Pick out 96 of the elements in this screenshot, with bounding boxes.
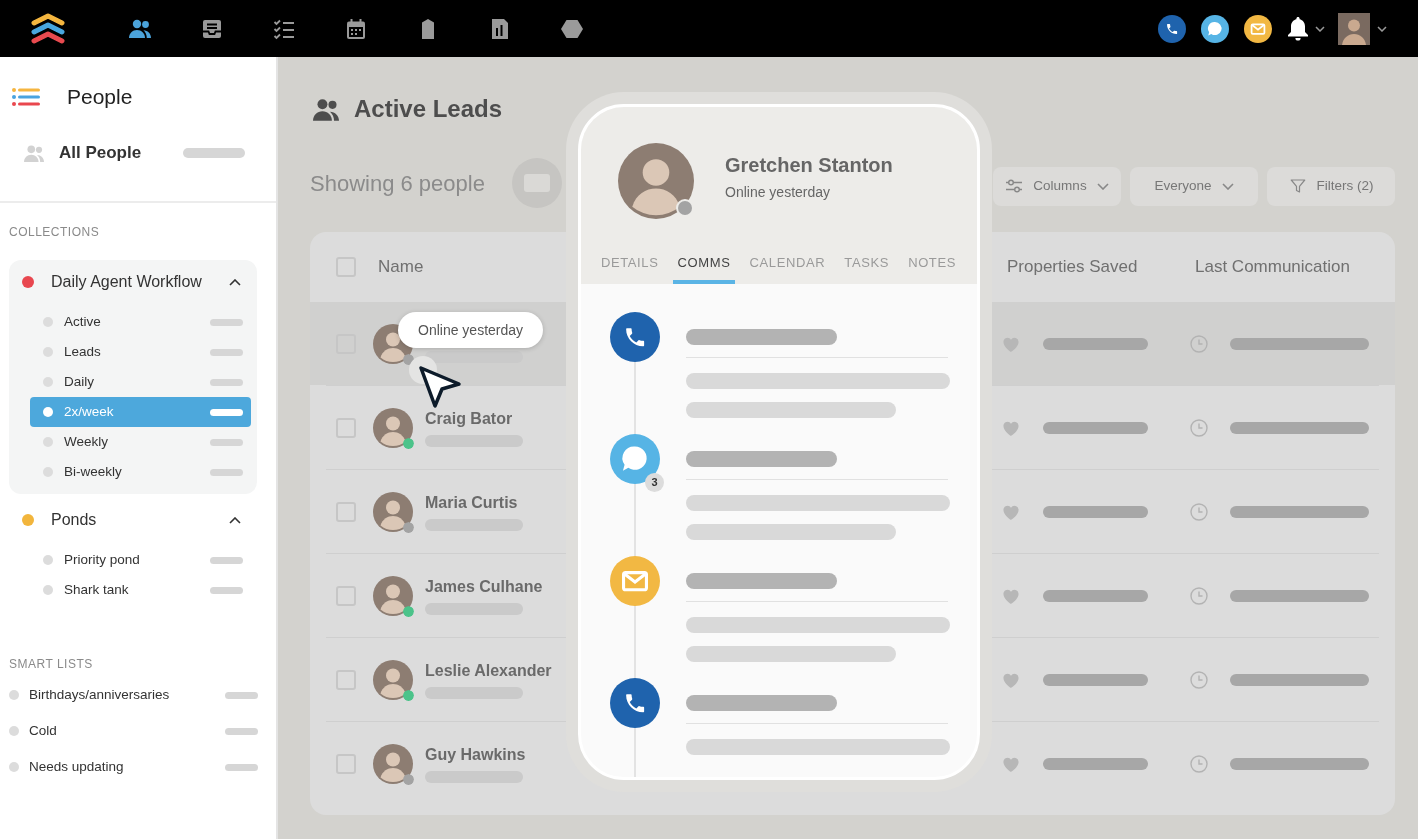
people-icon xyxy=(310,96,342,122)
envelope-icon xyxy=(610,556,660,606)
heart-icon xyxy=(1002,671,1020,688)
placeholder-bar xyxy=(210,318,243,326)
online-status: Online yesterday xyxy=(725,183,832,202)
page-title: Active Leads xyxy=(354,95,503,123)
heart-icon xyxy=(1002,503,1020,520)
list-dot-icon xyxy=(9,690,19,700)
collection-header[interactable]: Ponds xyxy=(9,508,257,532)
list-dot-icon xyxy=(43,437,53,447)
chevron-up-icon[interactable] xyxy=(229,516,241,524)
placeholder-bar xyxy=(225,727,258,735)
collection-item[interactable]: Weekly xyxy=(30,427,251,457)
placeholder-bar xyxy=(210,378,243,386)
contact-name: Leslie Alexander xyxy=(425,660,552,681)
list-dot-icon xyxy=(9,726,19,736)
contact-name: Maria Curtis xyxy=(425,492,519,513)
phone-icon xyxy=(610,678,660,728)
document-icon[interactable] xyxy=(489,16,511,41)
list-dot-icon xyxy=(43,585,53,595)
chevron-up-icon[interactable] xyxy=(229,278,241,286)
avatar-icon[interactable] xyxy=(1338,12,1370,45)
list-dot-icon xyxy=(43,467,53,477)
clock-icon xyxy=(1190,418,1208,437)
all-people-item[interactable]: All People xyxy=(0,141,276,165)
menu-icon[interactable] xyxy=(12,88,40,106)
sidebar-title: People xyxy=(67,85,133,109)
chevron-down-icon xyxy=(1096,182,1109,190)
count-badge: 3 xyxy=(645,473,664,492)
clock-icon xyxy=(1190,586,1208,605)
tab[interactable]: COMMS xyxy=(672,246,736,284)
phone-icon xyxy=(610,312,660,362)
clock-icon xyxy=(1190,754,1208,773)
filter-icon xyxy=(1288,177,1307,195)
clock-icon xyxy=(1190,334,1208,353)
collection-item[interactable]: Daily xyxy=(30,367,251,397)
chevron-logo-icon[interactable] xyxy=(30,11,66,46)
placeholder-bar xyxy=(183,148,245,158)
list-dot-icon xyxy=(43,377,53,387)
section-heading: SMART LISTS xyxy=(8,657,94,671)
contact-name: Gretchen Stanton xyxy=(725,153,893,177)
collection-item[interactable]: Priority pond xyxy=(30,545,251,575)
list-dot-icon xyxy=(43,555,53,565)
list-dot-icon xyxy=(43,317,53,327)
status-tooltip: Online yesterday xyxy=(398,312,544,348)
clock-icon xyxy=(1190,502,1208,521)
placeholder-bar xyxy=(210,408,243,416)
column-header: Name xyxy=(378,256,424,279)
list-dot-icon xyxy=(43,407,53,417)
heart-icon xyxy=(1002,755,1020,772)
bell-icon[interactable] xyxy=(1287,16,1309,41)
contact-name: Guy Hawkins xyxy=(425,744,526,765)
placeholder-bar xyxy=(210,348,243,356)
envelope-icon[interactable] xyxy=(1244,14,1272,43)
result-count: Showing 6 people xyxy=(310,169,485,198)
heart-icon xyxy=(1002,587,1020,604)
placeholder-bar xyxy=(210,438,243,446)
placeholder-bar xyxy=(210,556,243,564)
placeholder-bar xyxy=(225,763,258,771)
avatar-icon xyxy=(373,491,413,532)
chat-bubble-icon xyxy=(610,434,660,484)
placeholder-bar xyxy=(225,691,258,699)
collection-header[interactable]: Daily Agent Workflow xyxy=(9,270,257,294)
smart-list-item[interactable]: Cold xyxy=(0,713,276,749)
collection-item[interactable]: Bi-weekly xyxy=(30,457,251,487)
avatar-icon xyxy=(373,659,413,700)
column-header: Last Communication xyxy=(1195,256,1350,279)
collection-item[interactable]: Leads xyxy=(30,337,251,367)
sliders-icon xyxy=(1005,179,1024,193)
caret-down-icon[interactable] xyxy=(1377,25,1387,32)
section-heading: COLLECTIONS xyxy=(8,225,101,239)
clock-icon xyxy=(1190,670,1208,689)
placeholder-bar xyxy=(210,586,243,594)
avatar-icon xyxy=(618,143,694,219)
heart-icon xyxy=(1002,419,1020,436)
contact-name: Craig Bator xyxy=(425,408,514,429)
list-dot-icon xyxy=(43,347,53,357)
list-dot-icon xyxy=(9,762,19,772)
calendar-icon[interactable] xyxy=(345,16,367,41)
avatar-icon xyxy=(373,407,413,448)
collection-item[interactable]: Shark tank xyxy=(30,575,251,605)
smart-list-item[interactable]: Birthdays/anniversaries xyxy=(0,677,276,713)
placeholder-bar xyxy=(210,468,243,476)
phone-icon[interactable] xyxy=(1158,14,1186,43)
avatar-icon xyxy=(373,743,413,784)
people-icon xyxy=(22,143,46,163)
chat-bubble-icon[interactable] xyxy=(1201,14,1229,43)
smart-list-item[interactable]: Needs updating xyxy=(0,749,276,785)
contact-name: James Culhane xyxy=(425,576,543,597)
caret-down-icon[interactable] xyxy=(1315,25,1325,32)
avatar-icon xyxy=(373,575,413,616)
cursor-icon xyxy=(408,355,462,409)
collection-item[interactable]: Active xyxy=(30,307,251,337)
column-header: Properties Saved xyxy=(1007,256,1138,279)
heart-icon xyxy=(1002,335,1020,352)
chevron-down-icon xyxy=(1221,182,1234,190)
